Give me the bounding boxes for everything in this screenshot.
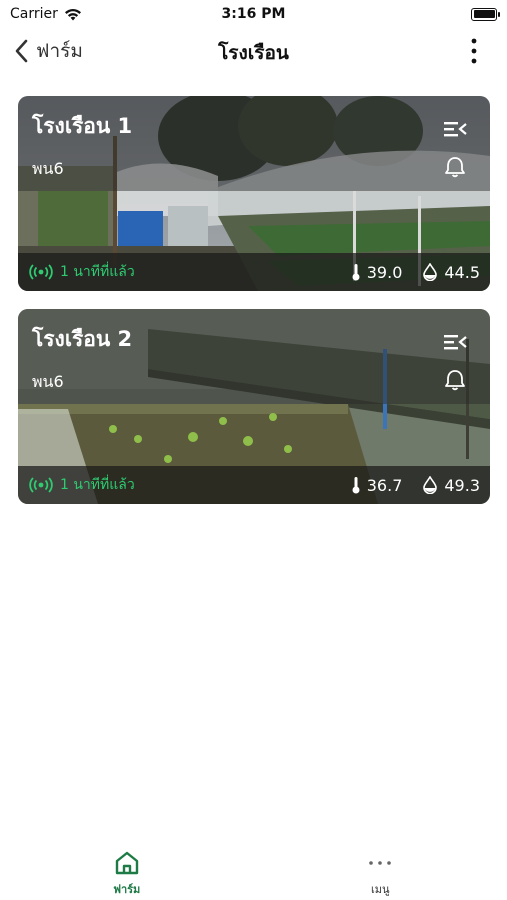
- carrier-label: Carrier: [10, 6, 58, 22]
- broadcast-icon: [29, 477, 53, 493]
- page-title: โรงเรือน: [218, 42, 289, 64]
- status-left: Carrier: [10, 6, 82, 22]
- greenhouse-name: โรงเรือน 2: [32, 327, 133, 351]
- last-update-text: 1 นาทีที่แล้ว: [60, 477, 135, 493]
- wifi-icon: [64, 8, 81, 20]
- temperature-value: 39.0: [366, 262, 403, 282]
- card-footer: 1 นาทีที่แล้ว 36.7 49.3: [18, 466, 490, 504]
- humidity-value: 49.3: [444, 475, 480, 495]
- thermometer-icon: [352, 264, 360, 281]
- more-vertical-icon[interactable]: [467, 36, 481, 66]
- menu-collapse-icon[interactable]: [442, 118, 468, 140]
- greenhouse-list: โรงเรือน 1 พน6 1 นาทีที่แล้ว 39.0 44.5 โ…: [18, 96, 490, 522]
- battery-icon: [471, 7, 500, 21]
- tab-menu[interactable]: เมนู: [254, 838, 507, 900]
- greenhouse-card-2[interactable]: โรงเรือน 2 พน6 1 นาทีที่แล้ว 36.7 49.3: [18, 309, 490, 504]
- card-footer: 1 นาทีที่แล้ว 39.0 44.5: [18, 253, 490, 291]
- home-icon: [115, 851, 138, 875]
- greenhouse-crop: พน6: [32, 159, 64, 178]
- greenhouse-crop: พน6: [32, 372, 64, 391]
- humidity-drop-icon: [423, 263, 438, 281]
- status-bar: Carrier: [0, 0, 507, 28]
- thermometer-icon: [352, 477, 360, 494]
- humidity-value: 44.5: [444, 262, 480, 282]
- sensor-readings: 39.0 44.5: [351, 263, 480, 282]
- tab-farm[interactable]: ฟาร์ม: [0, 838, 254, 900]
- tab-menu-label: เมนู: [370, 883, 390, 896]
- menu-collapse-icon[interactable]: [442, 331, 468, 353]
- greenhouse-name: โรงเรือน 1: [32, 114, 133, 138]
- bell-icon[interactable]: [442, 369, 468, 391]
- sensor-readings: 36.7 49.3: [351, 476, 480, 495]
- broadcast-icon: [29, 264, 53, 280]
- humidity-drop-icon: [423, 476, 438, 494]
- connection-status: 1 นาทีที่แล้ว: [28, 474, 135, 496]
- connection-status: 1 นาทีที่แล้ว: [28, 261, 135, 283]
- greenhouse-card-1[interactable]: โรงเรือน 1 พน6 1 นาทีที่แล้ว 39.0 44.5: [18, 96, 490, 291]
- tab-farm-label: ฟาร์ม: [113, 883, 141, 896]
- tab-bar: ฟาร์ม เมนู: [0, 838, 507, 900]
- last-update-text: 1 นาทีที่แล้ว: [60, 264, 135, 280]
- nav-bar: ฟาร์ม โรงเรือน: [0, 30, 507, 74]
- temperature-value: 36.7: [366, 475, 403, 495]
- bell-icon[interactable]: [442, 156, 468, 178]
- more-horizontal-icon: [369, 861, 392, 865]
